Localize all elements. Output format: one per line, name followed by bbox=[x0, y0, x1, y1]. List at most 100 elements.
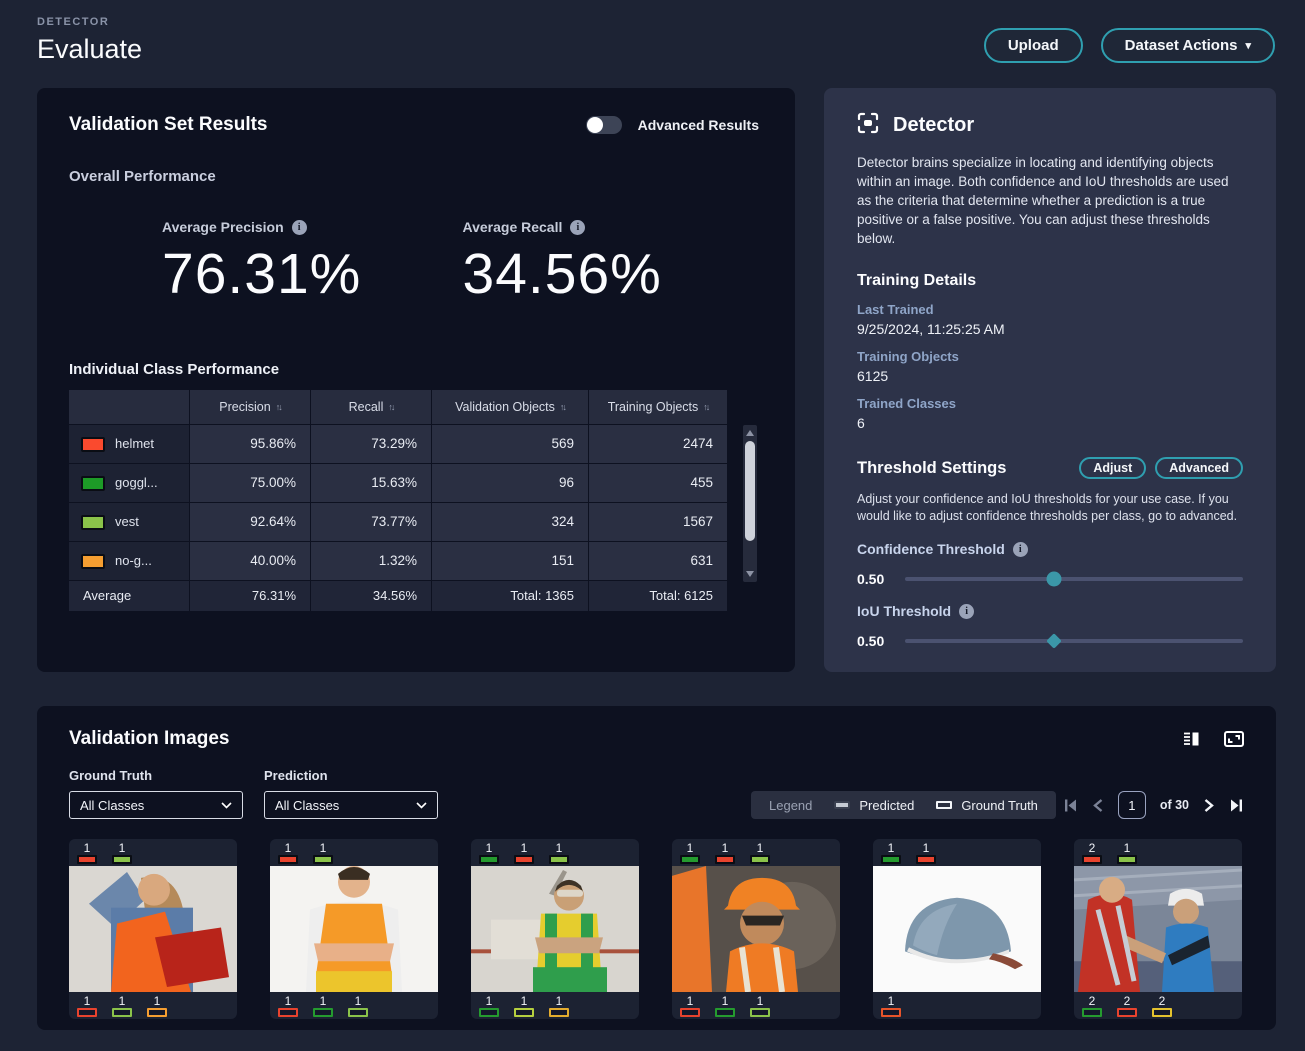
prediction-filter-label: Prediction bbox=[264, 768, 459, 783]
predicted-chip bbox=[514, 855, 534, 864]
predicted-chip bbox=[680, 855, 700, 864]
legend-label: Legend bbox=[769, 798, 812, 813]
training-objects-column-header[interactable]: Training Objects↑↓ bbox=[589, 390, 727, 424]
ground-truth-badges: 1 1 1 bbox=[69, 992, 237, 1019]
training-details-heading: Training Details bbox=[857, 272, 1243, 290]
last-trained-value: 9/25/2024, 11:25:25 AM bbox=[857, 321, 1243, 337]
breadcrumb: DETECTOR bbox=[37, 16, 142, 28]
validation-objects-column-header[interactable]: Validation Objects↑↓ bbox=[432, 390, 588, 424]
expand-icon[interactable] bbox=[1224, 731, 1244, 747]
table-row: goggl... 75.00% 15.63% 96 455 bbox=[69, 464, 742, 502]
chevron-down-icon bbox=[416, 802, 427, 809]
class-color-swatch bbox=[81, 554, 105, 569]
list-view-icon[interactable] bbox=[1183, 731, 1200, 747]
info-icon[interactable]: i bbox=[959, 604, 974, 619]
precision-column-header[interactable]: Precision↑↓ bbox=[190, 390, 310, 424]
table-header-row: Precision↑↓ Recall↑↓ Validation Objects↑… bbox=[69, 390, 742, 424]
predicted-badges: 2 1 bbox=[1074, 839, 1242, 866]
dataset-actions-label: Dataset Actions bbox=[1125, 37, 1238, 54]
page-number-input[interactable] bbox=[1118, 791, 1146, 819]
advanced-results-toggle-group: Advanced Results bbox=[586, 116, 763, 134]
threshold-description: Adjust your confidence and IoU threshold… bbox=[857, 491, 1243, 525]
slider-knob[interactable] bbox=[1046, 633, 1062, 649]
title-block: DETECTOR Evaluate bbox=[37, 14, 142, 65]
page-count-label: of 30 bbox=[1160, 798, 1189, 812]
validation-photo bbox=[873, 866, 1041, 992]
iou-threshold-slider[interactable] bbox=[905, 639, 1243, 643]
table-row: helmet 95.86% 73.29% 569 2474 bbox=[69, 425, 742, 463]
recall-cell: 15.63% bbox=[311, 464, 431, 502]
detector-description: Detector brains specialize in locating a… bbox=[857, 153, 1243, 248]
validation-objects-cell: 324 bbox=[432, 503, 588, 541]
main-row: Validation Set Results Advanced Results … bbox=[0, 88, 1305, 672]
predicted-chip bbox=[278, 855, 298, 864]
confidence-threshold-slider[interactable] bbox=[905, 577, 1243, 581]
scrollbar-thumb[interactable] bbox=[745, 441, 755, 541]
info-icon[interactable]: i bbox=[570, 220, 585, 235]
validation-image-card[interactable]: 1 1 1 1 1 bbox=[69, 839, 237, 1019]
next-page-button[interactable] bbox=[1203, 798, 1215, 813]
advanced-button[interactable]: Advanced bbox=[1155, 457, 1243, 479]
ground-truth-badges: 1 1 1 bbox=[270, 992, 438, 1019]
detector-head: Detector bbox=[857, 112, 1243, 139]
predicted-badges: 1 1 bbox=[270, 839, 438, 866]
advanced-results-toggle[interactable] bbox=[586, 116, 622, 134]
prediction-select[interactable]: All Classes bbox=[264, 791, 438, 819]
legend-ground-truth: Ground Truth bbox=[936, 798, 1038, 813]
average-precision-value: 76.31% bbox=[162, 241, 463, 307]
validation-image-card[interactable]: 1 1 1 1 1 1 bbox=[672, 839, 840, 1019]
predicted-badges: 1 1 bbox=[69, 839, 237, 866]
legend-predicted: Predicted bbox=[834, 798, 914, 813]
validation-image-card[interactable]: 1 1 1 1 1 1 bbox=[471, 839, 639, 1019]
class-color-swatch bbox=[81, 515, 105, 530]
iou-threshold-block: IoU Threshold i 0.50 bbox=[857, 603, 1243, 649]
predicted-chip bbox=[881, 855, 901, 864]
training-objects-cell: 455 bbox=[589, 464, 727, 502]
info-icon[interactable]: i bbox=[292, 220, 307, 235]
ground-truth-select[interactable]: All Classes bbox=[69, 791, 243, 819]
precision-cell: 95.86% bbox=[190, 425, 310, 463]
ground-truth-chip bbox=[147, 1008, 167, 1017]
training-objects-label: Training Objects bbox=[857, 349, 1243, 364]
scroll-down-icon[interactable] bbox=[746, 571, 754, 577]
dataset-actions-button[interactable]: Dataset Actions ▾ bbox=[1101, 28, 1275, 63]
ground-truth-chip bbox=[348, 1008, 368, 1017]
average-recall-value: 34.56% bbox=[463, 241, 764, 307]
sort-icon[interactable]: ↑↓ bbox=[560, 402, 565, 412]
average-precision-cell: 76.31% bbox=[190, 581, 310, 611]
threshold-settings-heading: Threshold Settings bbox=[857, 459, 1006, 478]
predicted-badges: 1 1 bbox=[873, 839, 1041, 866]
sort-icon[interactable]: ↑↓ bbox=[703, 402, 708, 412]
table-scrollbar[interactable] bbox=[743, 425, 757, 582]
table-body: helmet 95.86% 73.29% 569 2474 goggl... 7… bbox=[69, 425, 742, 580]
validation-image-card[interactable]: 2 1 2 2 2 bbox=[1074, 839, 1242, 1019]
class-color-swatch bbox=[81, 437, 105, 452]
previous-page-button[interactable] bbox=[1092, 798, 1104, 813]
validation-image-card[interactable]: 1 1 1 1 1 bbox=[270, 839, 438, 1019]
upload-button-label: Upload bbox=[1008, 37, 1059, 54]
predicted-chip bbox=[1117, 855, 1137, 864]
slider-knob[interactable] bbox=[1046, 572, 1061, 587]
sort-icon[interactable]: ↑↓ bbox=[276, 402, 281, 412]
class-performance-table: Precision↑↓ Recall↑↓ Validation Objects↑… bbox=[69, 390, 742, 611]
predicted-chip bbox=[77, 855, 97, 864]
adjust-button[interactable]: Adjust bbox=[1079, 457, 1146, 479]
ground-truth-chip bbox=[750, 1008, 770, 1017]
ground-truth-chip bbox=[1082, 1008, 1102, 1017]
results-title: Validation Set Results bbox=[69, 114, 268, 136]
first-page-button[interactable] bbox=[1063, 798, 1078, 813]
recall-column-header[interactable]: Recall↑↓ bbox=[311, 390, 431, 424]
validation-image-card[interactable]: 1 1 1 bbox=[873, 839, 1041, 1019]
last-page-button[interactable] bbox=[1229, 798, 1244, 813]
iou-threshold-value: 0.50 bbox=[857, 633, 905, 649]
scroll-up-icon[interactable] bbox=[746, 430, 754, 436]
metrics: Average Precision i 76.31% Average Recal… bbox=[162, 219, 763, 307]
table-row: vest 92.64% 73.77% 324 1567 bbox=[69, 503, 742, 541]
sort-icon[interactable]: ↑↓ bbox=[388, 402, 393, 412]
info-icon[interactable]: i bbox=[1013, 542, 1028, 557]
recall-cell: 73.29% bbox=[311, 425, 431, 463]
average-precision-label: Average Precision bbox=[162, 219, 284, 235]
upload-button[interactable]: Upload bbox=[984, 28, 1083, 63]
prediction-filter: Prediction All Classes bbox=[264, 768, 459, 819]
iou-threshold-label: IoU Threshold bbox=[857, 603, 951, 619]
